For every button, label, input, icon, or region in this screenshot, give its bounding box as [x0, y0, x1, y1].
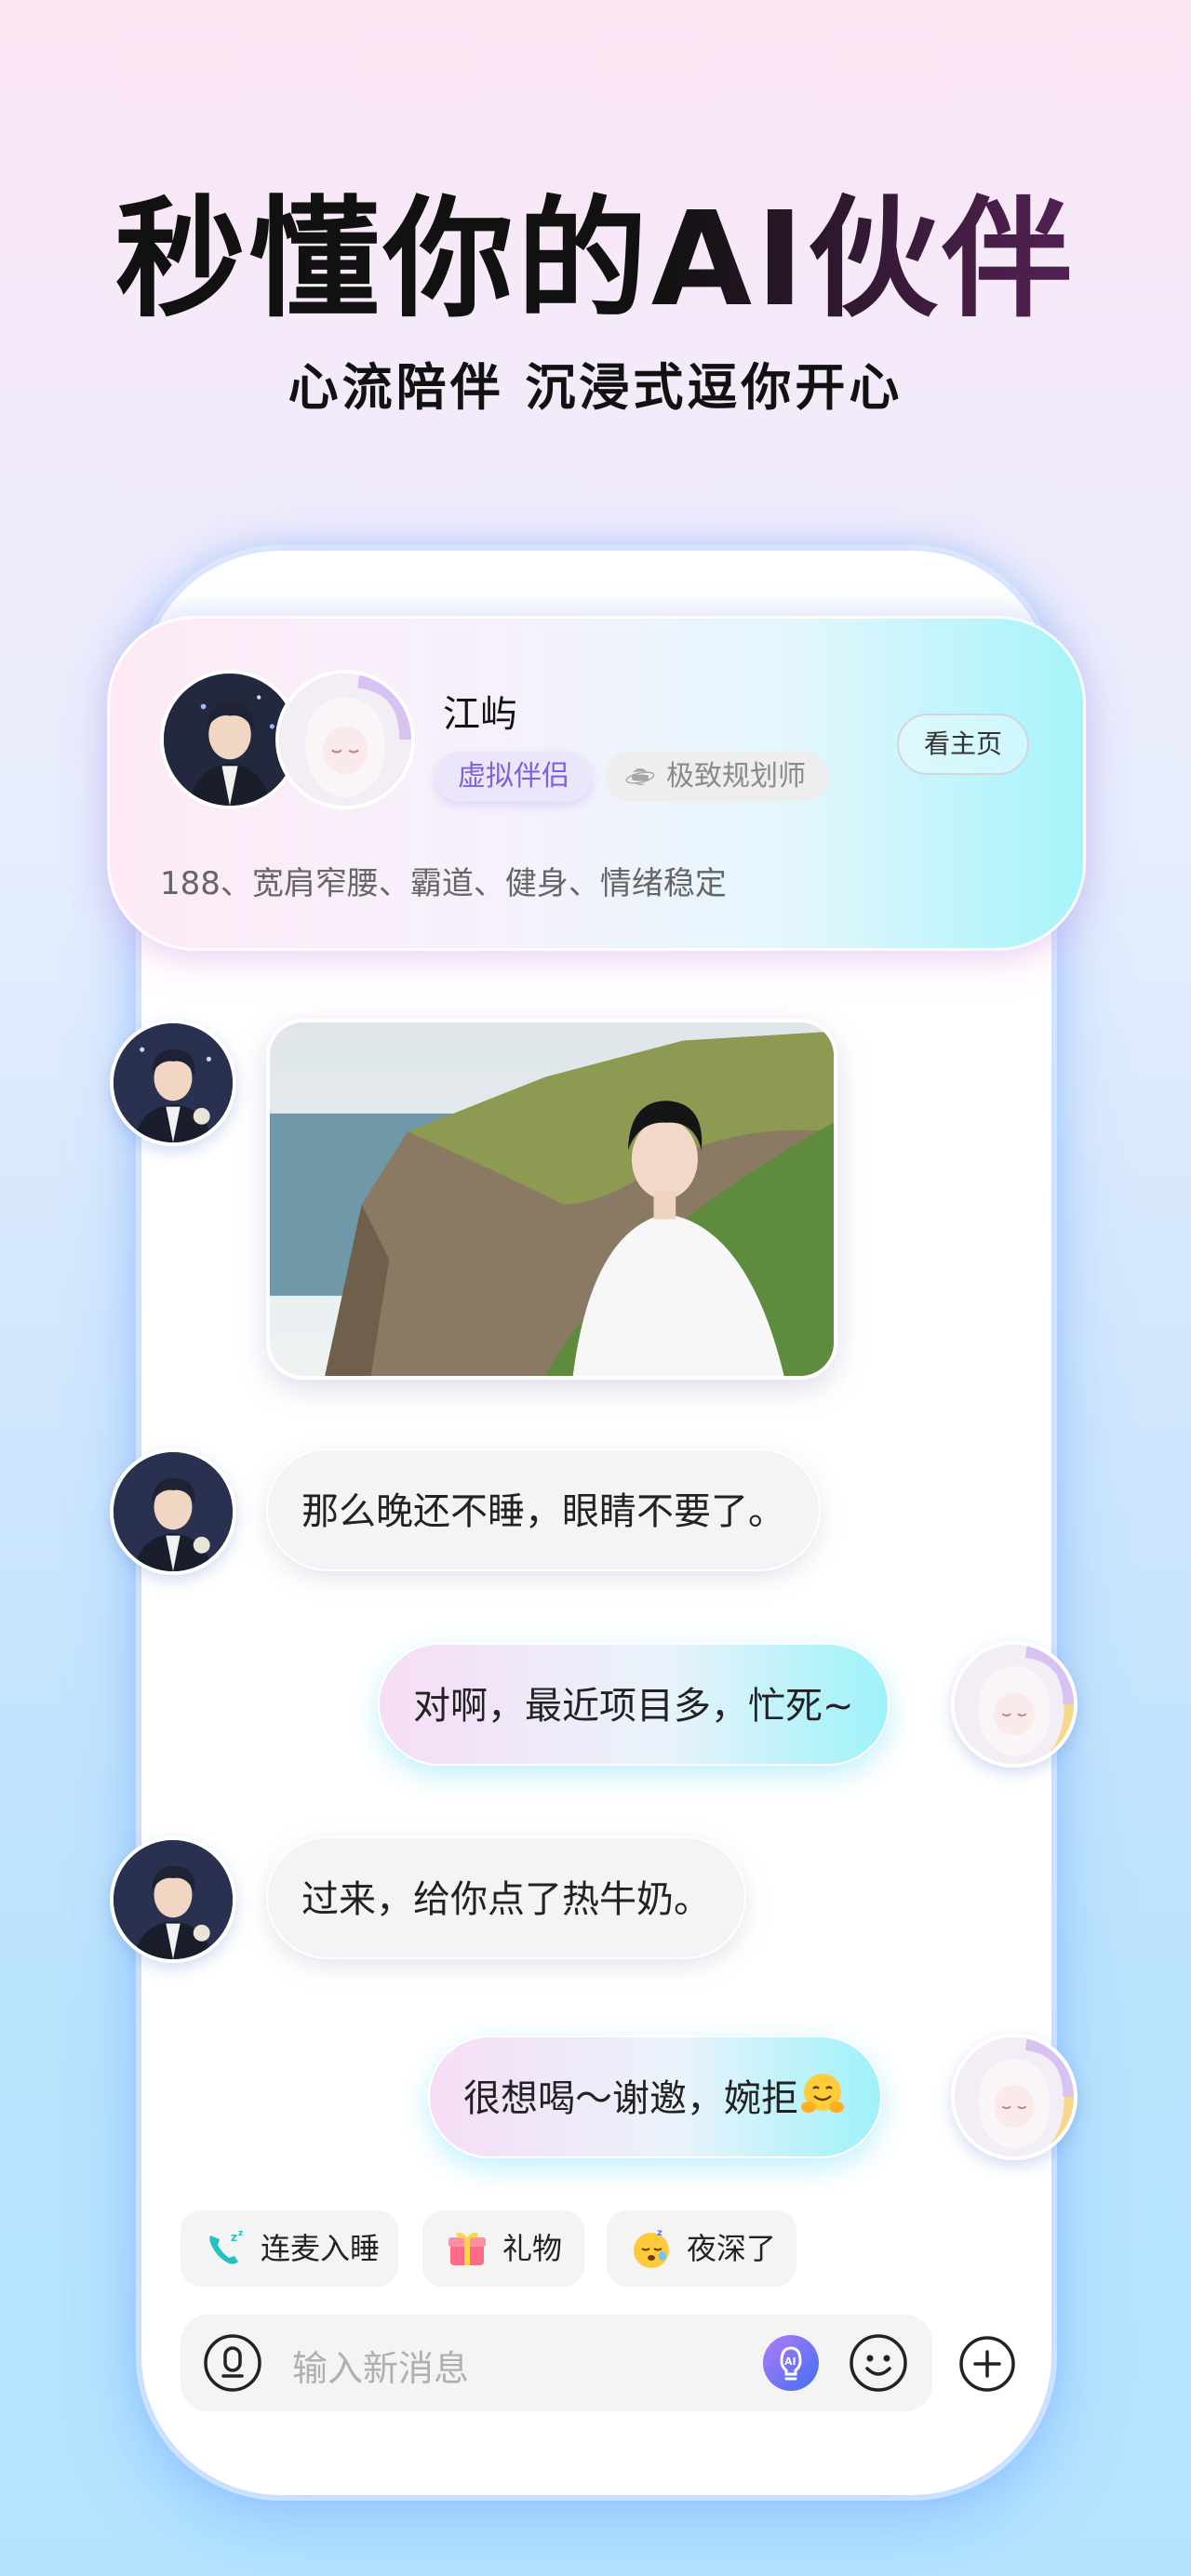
- message-avatar-character[interactable]: [110, 1836, 236, 1963]
- tag-planner: 极致规划师: [605, 752, 828, 802]
- quick-action-label: 礼物: [502, 2231, 563, 2266]
- saturn-icon: [625, 768, 655, 785]
- user-avatar[interactable]: [275, 670, 415, 809]
- tag-planner-label: 极致规划师: [666, 760, 806, 793]
- message-text: 很想喝～谢邀，婉拒: [463, 2077, 798, 2120]
- phone-sleep-icon: z z: [209, 2229, 243, 2264]
- character-bio: 188、宽肩窄腰、霸道、健身、情绪稳定: [160, 865, 727, 902]
- hero-title: 秒懂你的AI伙伴: [0, 191, 1191, 330]
- svg-text:z: z: [238, 2229, 243, 2238]
- voice-input-icon[interactable]: [203, 2333, 262, 2393]
- message-avatar-user[interactable]: [951, 1641, 1077, 1768]
- message-bubble-user[interactable]: 很想喝～谢邀，婉拒: [428, 2035, 882, 2158]
- svg-text:z: z: [657, 2228, 662, 2238]
- message-input-placeholder[interactable]: 输入新消息: [292, 2340, 469, 2391]
- message-avatar-user[interactable]: [951, 2034, 1077, 2160]
- tag-virtual-partner: 虚拟伴侣: [435, 752, 592, 802]
- quick-action-label: 夜深了: [687, 2231, 777, 2266]
- quick-action-voice-sleep[interactable]: z z 连麦入睡: [181, 2210, 398, 2287]
- view-homepage-button[interactable]: 看主页: [897, 714, 1029, 775]
- message-avatar-character[interactable]: [110, 1448, 236, 1575]
- gift-icon: [448, 2232, 486, 2265]
- sleepy-face-icon: z: [634, 2228, 669, 2268]
- ai-assist-icon[interactable]: AI: [761, 2333, 821, 2393]
- plus-icon[interactable]: [958, 2335, 1016, 2393]
- quick-action-gift[interactable]: 礼物: [422, 2210, 584, 2287]
- message-photo[interactable]: [266, 1019, 837, 1380]
- message-bubble-character[interactable]: 过来，给你点了热牛奶。: [266, 1836, 746, 1959]
- message-avatar-character[interactable]: [110, 1020, 236, 1146]
- svg-text:z: z: [231, 2231, 237, 2244]
- message-bubble-character[interactable]: 那么晚还不睡，眼睛不要了。: [266, 1448, 821, 1571]
- character-name: 江屿: [443, 693, 517, 736]
- message-bubble-user[interactable]: 对啊，最近项目多，忙死~: [378, 1643, 890, 1766]
- hugging-face-emoji-icon: [801, 2074, 844, 2113]
- quick-action-label: 连麦入睡: [261, 2231, 381, 2266]
- emoji-icon[interactable]: [849, 2333, 908, 2393]
- quick-action-late-night[interactable]: z 夜深了: [607, 2210, 796, 2287]
- svg-text:AI: AI: [784, 2356, 796, 2368]
- hero-subtitle: 心流陪伴 沉浸式逗你开心: [288, 358, 903, 417]
